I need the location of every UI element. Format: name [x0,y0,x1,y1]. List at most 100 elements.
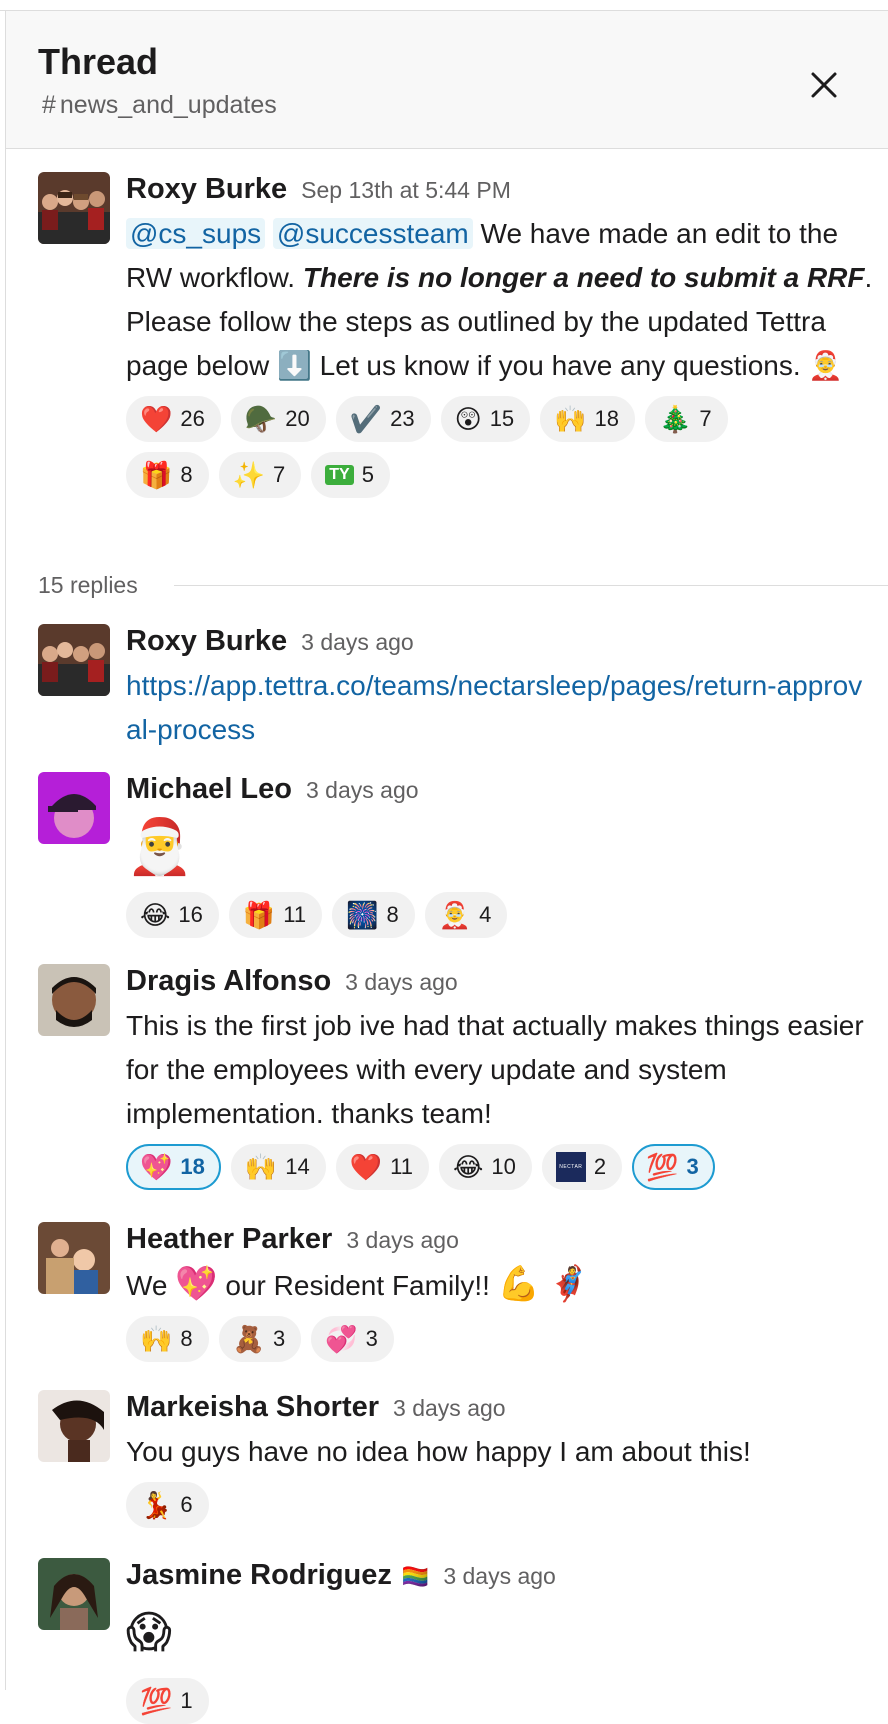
timestamp[interactable]: 3 days ago [346,1227,459,1253]
reaction-heart[interactable]: ❤️ 11 [335,1144,429,1190]
mention-cs-sups[interactable]: @cs_sups [126,218,266,249]
reaction-gift[interactable]: 🎁 11 [228,892,323,938]
reaction-count: 23 [390,406,415,431]
gift-icon: 🎁 [242,900,276,930]
divider-line [174,585,888,586]
reaction-count: 20 [285,406,310,431]
reaction-bar: 💃 6 [126,1482,816,1528]
raised-hands-icon: 🙌 [140,1324,173,1354]
timestamp[interactable]: 3 days ago [443,1563,556,1589]
avatar[interactable] [38,964,110,1036]
timestamp[interactable]: 3 days ago [301,629,414,655]
timestamp[interactable]: Sep 13th at 5:44 PM [301,177,511,203]
mention-successteam[interactable]: @successteam [272,218,473,249]
hundred-points-icon: 💯 [646,1152,679,1182]
reaction-teddy-bear[interactable]: 🧸 3 [218,1316,302,1362]
reaction-bar: ❤️ 26 🪖 20 ✔️ 23 😲 15 🙌 18 🎄 7 🎁 8 ✨ 7 TY 5 [126,396,816,498]
author-name[interactable]: Michael Leo [126,773,292,805]
superhero-icon: 🦸 [547,1265,591,1303]
thread-header: Thread # news_and_updates [6,11,888,149]
reaction-raised-hands[interactable]: 🙌 18 [540,396,636,442]
reaction-raised-hands[interactable]: 🙌 14 [230,1144,326,1190]
ty-icon: TY [325,465,354,485]
reaction-count: 3 [365,1326,378,1351]
avatar[interactable] [38,772,110,844]
reaction-christmas-tree[interactable]: 🎄 7 [645,396,728,442]
reaction-count: 10 [491,1154,516,1179]
hundred-points-icon: 💯 [140,1686,173,1716]
reaction-two-hearts[interactable]: 💞 3 [311,1316,394,1362]
hash-icon: # [42,91,56,119]
reaction-nectar[interactable]: NECTAR 2 [541,1144,623,1190]
nectar-logo-icon: NECTAR [555,1152,586,1182]
reaction-joy[interactable]: 😂 10 [438,1144,532,1190]
close-icon [811,72,837,98]
timestamp[interactable]: 3 days ago [393,1395,506,1421]
reaction-count: 11 [390,1154,413,1179]
reaction-bar: 🙌 8 🧸 3 💞 3 [126,1316,816,1362]
author-name[interactable]: Heather Parker [126,1223,332,1255]
reaction-bar: 💖 18 🙌 14 ❤️ 11 😂 10 NECTAR 2 💯 3 [126,1144,816,1190]
message-text: https://app.tettra.co/teams/nectarsleep/… [126,664,876,752]
dancer-icon: 💃 [140,1490,173,1520]
reaction-count: 8 [180,1326,193,1351]
reaction-raised-hands[interactable]: 🙌 8 [126,1316,209,1362]
channel-link[interactable]: # news_and_updates [42,91,277,120]
reaction-helmet[interactable]: 🪖 20 [230,396,326,442]
panel-left-border [5,10,6,1690]
reaction-count: 2 [593,1154,607,1179]
author-name[interactable]: Roxy Burke [126,173,287,205]
avatar[interactable] [38,624,110,696]
author-name[interactable]: Roxy Burke [126,625,287,657]
reaction-fireworks[interactable]: 🎆 8 [332,892,415,938]
helmet-icon: 🪖 [244,404,278,434]
timestamp[interactable]: 3 days ago [345,969,458,995]
text-part: our Resident Family!! [217,1270,498,1301]
santa-emoji-icon: 🎅 [126,817,194,877]
reaction-heart[interactable]: ❤️ 26 [126,396,221,442]
reaction-bar: 💯 1 [126,1678,816,1724]
timestamp[interactable]: 3 days ago [306,777,419,803]
author-name[interactable]: Jasmine Rodriguez [126,1559,392,1591]
text-part: We [126,1270,176,1301]
avatar[interactable] [38,172,110,244]
reaction-sparkling-heart[interactable]: 💖 18 [126,1144,221,1190]
reaction-count: 8 [386,902,399,927]
author-name[interactable]: Dragis Alfonso [126,965,331,997]
reaction-joy[interactable]: 😂 16 [126,892,219,938]
reaction-count: 18 [594,406,620,431]
reaction-100[interactable]: 💯 3 [632,1144,715,1190]
reaction-count: 5 [361,462,374,487]
screaming-face-icon: 😱 [126,1608,172,1657]
sparkling-heart-icon: 💖 [175,1265,218,1303]
thread-title: Thread [38,41,159,82]
avatar[interactable] [38,1558,110,1630]
raised-hands-icon: 🙌 [554,404,587,434]
reaction-dancer[interactable]: 💃 6 [126,1482,209,1528]
reaction-count: 1 [180,1688,193,1713]
reaction-100[interactable]: 💯 1 [126,1678,209,1724]
reaction-mrs-claus[interactable]: 🤶 4 [424,892,508,938]
close-thread-button[interactable] [802,63,846,107]
reaction-count: 26 [180,406,205,431]
message-text: @cs_sups @successteam We have made an ed… [126,212,876,388]
message-text: You guys have no idea how happy I am abo… [126,1436,751,1467]
avatar[interactable] [38,1390,110,1462]
heart-icon: ❤️ [140,404,173,434]
reaction-count: 7 [273,462,286,487]
reaction-sparkles[interactable]: ✨ 7 [218,452,302,498]
reaction-count: 15 [489,406,515,431]
reaction-astonished[interactable]: 😲 15 [440,396,531,442]
tettra-link[interactable]: https://app.tettra.co/teams/nectarsleep/… [126,670,862,745]
replies-count: 15 replies [38,572,138,598]
author-name[interactable]: Markeisha Shorter [126,1391,379,1423]
reaction-gift[interactable]: 🎁 8 [126,452,209,498]
reaction-check[interactable]: ✔️ 23 [335,396,431,442]
reaction-ty[interactable]: TY 5 [311,452,390,498]
avatar[interactable] [38,1222,110,1294]
joy-face-icon: 😂 [140,900,171,930]
down-arrow-emoji-icon: ⬇️ [277,350,312,381]
raised-hands-icon: 🙌 [244,1152,278,1182]
reaction-count: 6 [180,1492,193,1517]
reaction-count: 3 [273,1326,286,1351]
